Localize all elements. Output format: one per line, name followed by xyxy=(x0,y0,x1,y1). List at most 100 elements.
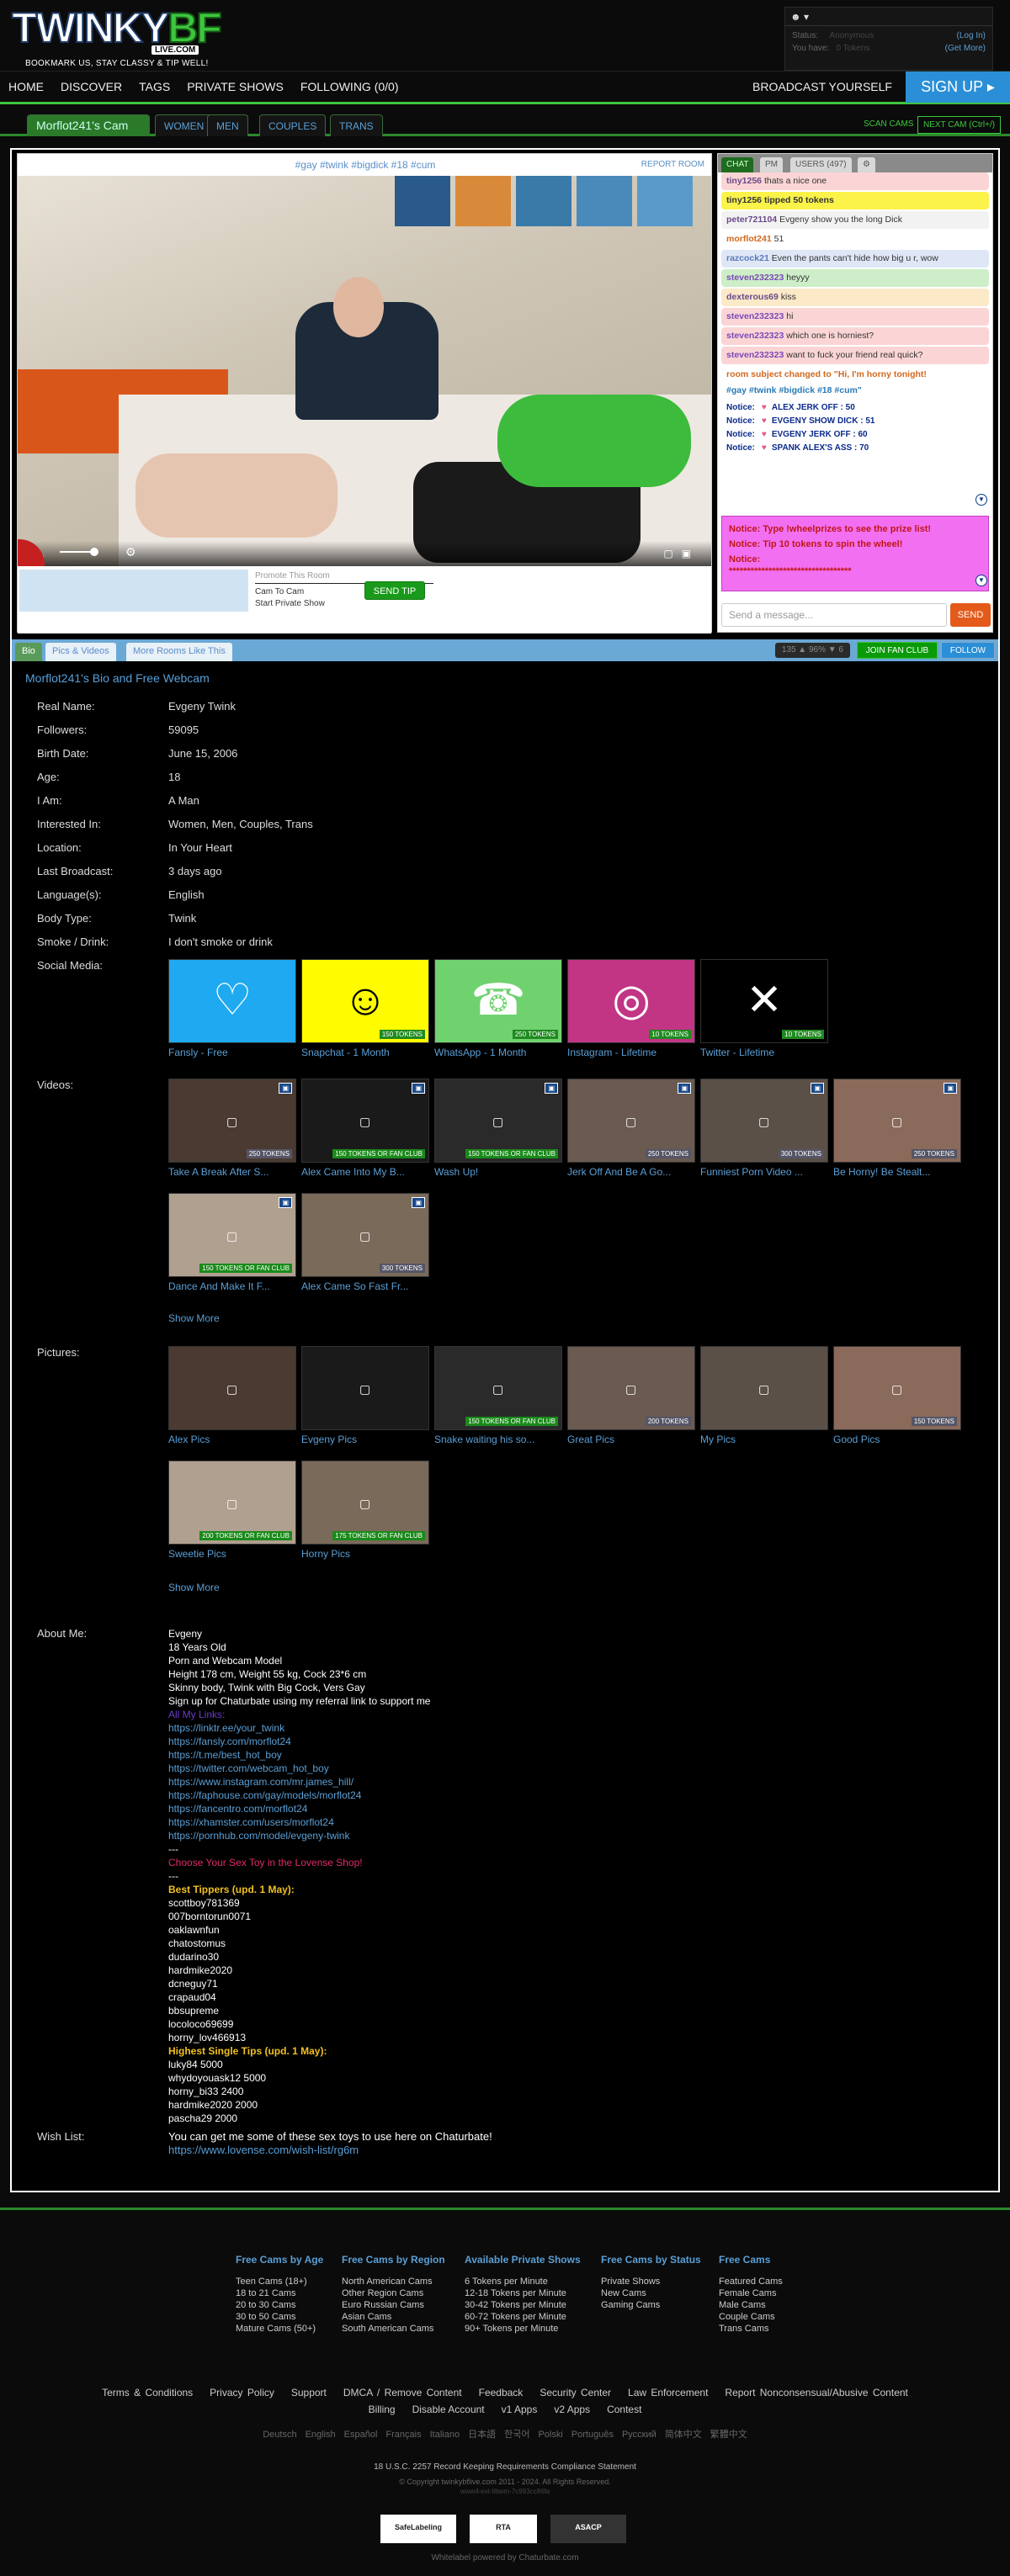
tab-more-rooms[interactable]: More Rooms Like This xyxy=(126,643,232,661)
video-thumbnail[interactable]: ▣ ▢ 150 TOKENS OR FAN CLUB xyxy=(434,1079,562,1163)
language-link[interactable]: Español xyxy=(344,2430,378,2440)
footer-link[interactable]: Couple Cams xyxy=(719,2311,783,2323)
video-thumbnail[interactable]: ▣ ▢ 300 TOKENS xyxy=(301,1193,429,1277)
footer-link[interactable]: Disable Account xyxy=(412,2404,485,2415)
chat-message-input[interactable]: Send a message... xyxy=(721,603,947,627)
footer-link[interactable]: 30-42 Tokens per Minute xyxy=(465,2299,581,2311)
video-player[interactable]: 🔈 ⚙ ▢▣ xyxy=(18,176,711,566)
picture-thumbnail[interactable]: ▢ 200 TOKENS OR FAN CLUB xyxy=(168,1460,296,1545)
social-instagram-tile[interactable]: ◎ 10 TOKENS xyxy=(567,959,695,1043)
volume-knob[interactable] xyxy=(90,548,98,556)
footer-link[interactable]: 60-72 Tokens per Minute xyxy=(465,2311,581,2323)
footer-link[interactable]: Asian Cams xyxy=(342,2311,445,2323)
picture-title[interactable]: Evgeny Pics xyxy=(301,1434,429,1445)
footer-link[interactable]: Support xyxy=(291,2387,327,2398)
about-link[interactable]: https://fansly.com/morflot24 xyxy=(168,1735,842,1748)
scan-cams-link[interactable]: SCAN CAMS xyxy=(858,116,918,132)
footer-link[interactable]: New Cams xyxy=(601,2287,701,2299)
footer-link[interactable]: 12-18 Tokens per Minute xyxy=(465,2287,581,2299)
tab-men[interactable]: MEN xyxy=(207,114,248,136)
chat-username[interactable]: morflot241 xyxy=(726,234,772,244)
footer-link[interactable]: v1 Apps xyxy=(502,2404,538,2415)
gear-icon[interactable]: ⚙ xyxy=(858,157,875,172)
about-link[interactable]: https://www.instagram.com/mr.james_hill/ xyxy=(168,1775,842,1789)
language-link[interactable]: Italiano xyxy=(430,2430,460,2440)
footer-link[interactable]: Featured Cams xyxy=(719,2276,783,2287)
volume-slider[interactable] xyxy=(60,551,93,553)
chat-username[interactable]: tiny1256 xyxy=(726,176,762,186)
tab-trans[interactable]: TRANS xyxy=(330,114,383,136)
compliance-link[interactable]: 18 U.S.C. 2257 Record Keeping Requiremen… xyxy=(0,2462,1010,2472)
tab-women[interactable]: WOMEN xyxy=(155,114,214,136)
report-room-link[interactable]: REPORT ROOM xyxy=(641,160,704,169)
footer-link[interactable]: Mature Cams (50+) xyxy=(236,2323,323,2335)
chat-username[interactable]: dexterous69 xyxy=(726,292,779,302)
social-label[interactable]: Snapchat - 1 Month xyxy=(301,1047,390,1058)
video-title[interactable]: Alex Came So Fast Fr... xyxy=(301,1280,429,1292)
footer-link[interactable]: Law Enforcement xyxy=(628,2387,708,2398)
footer-link[interactable]: Billing xyxy=(369,2404,396,2415)
footer-link[interactable]: Private Shows xyxy=(601,2276,701,2287)
video-thumbnail[interactable]: ▣ ▢ 250 TOKENS xyxy=(567,1079,695,1163)
about-link[interactable]: https://xhamster.com/users/morflot24 xyxy=(168,1815,842,1829)
picture-thumbnail[interactable]: ▢ 200 TOKENS xyxy=(567,1346,695,1430)
video-title[interactable]: Dance And Make It F... xyxy=(168,1280,296,1292)
chat-username[interactable]: peter721104 xyxy=(726,215,777,225)
site-logo[interactable]: TWINKYBF LIVE.COM xyxy=(11,4,223,55)
video-title[interactable]: Take A Break After S... xyxy=(168,1166,296,1178)
tab-bio[interactable]: Bio xyxy=(15,643,42,661)
picture-title[interactable]: Good Pics xyxy=(833,1434,961,1445)
picture-title[interactable]: Sweetie Pics xyxy=(168,1548,296,1560)
video-thumbnail[interactable]: ▣ ▢ 300 TOKENS xyxy=(700,1079,828,1163)
picture-thumbnail[interactable]: ▢ 175 TOKENS OR FAN CLUB xyxy=(301,1460,429,1545)
scroll-down-icon[interactable]: ▼ xyxy=(975,575,987,586)
video-thumbnail[interactable]: ▣ ▢ 250 TOKENS xyxy=(833,1079,961,1163)
nav-following[interactable]: FOLLOWING (0/0) xyxy=(292,80,407,93)
video-title[interactable]: Be Horny! Be Stealt... xyxy=(833,1166,961,1178)
video-title[interactable]: Alex Came Into My B... xyxy=(301,1166,429,1178)
asacp-badge[interactable]: ASACP xyxy=(550,2515,626,2543)
social-label[interactable]: Instagram - Lifetime xyxy=(567,1047,656,1058)
about-link[interactable]: https://fancentro.com/morflot24 xyxy=(168,1802,842,1815)
footer-link[interactable]: Gaming Cams xyxy=(601,2299,701,2311)
join-fan-club-button[interactable]: JOIN FAN CLUB xyxy=(857,642,938,659)
language-link[interactable]: Deutsch xyxy=(263,2430,296,2440)
footer-link[interactable]: 18 to 21 Cams xyxy=(236,2287,323,2299)
video-settings-icon[interactable]: ⚙ xyxy=(125,545,136,559)
footer-link[interactable]: Other Region Cams xyxy=(342,2287,445,2299)
language-link[interactable]: English xyxy=(306,2430,336,2440)
cam-to-cam-link[interactable]: Cam To Cam xyxy=(255,586,325,598)
footer-link[interactable]: South American Cams xyxy=(342,2323,445,2335)
chat-username[interactable]: steven232323 xyxy=(726,311,784,321)
social-label[interactable]: Fansly - Free xyxy=(168,1047,228,1058)
nav-private-shows[interactable]: PRIVATE SHOWS xyxy=(178,80,292,93)
social-x-tile[interactable]: ✕ 10 TOKENS xyxy=(700,959,828,1043)
picture-thumbnail[interactable]: ▢ xyxy=(700,1346,828,1430)
show-more-videos-link[interactable]: Show More xyxy=(168,1312,220,1324)
footer-link[interactable]: 30 to 50 Cams xyxy=(236,2311,323,2323)
social-label[interactable]: WhatsApp - 1 Month xyxy=(434,1047,526,1058)
tab-chat[interactable]: CHAT xyxy=(721,157,754,172)
footer-link[interactable]: v2 Apps xyxy=(554,2404,590,2415)
broadcast-yourself-link[interactable]: BROADCAST YOURSELF xyxy=(752,80,892,93)
picture-title[interactable]: Horny Pics xyxy=(301,1548,429,1560)
social-label[interactable]: Twitter - Lifetime xyxy=(700,1047,774,1058)
chat-username[interactable]: steven232323 xyxy=(726,331,784,341)
language-link[interactable]: Français xyxy=(385,2430,421,2440)
language-link[interactable]: 繁體中文 xyxy=(710,2430,747,2440)
footer-link[interactable]: North American Cams xyxy=(342,2276,445,2287)
wish-list-link[interactable]: https://www.lovense.com/wish-list/rg6m xyxy=(168,2144,842,2157)
next-cam-button[interactable]: NEXT CAM (Ctrl+/) xyxy=(917,116,1002,134)
picture-thumbnail[interactable]: ▢ 150 TOKENS xyxy=(833,1346,961,1430)
about-link[interactable]: https://t.me/best_hot_boy xyxy=(168,1748,842,1762)
tab-users[interactable]: USERS (497) xyxy=(790,157,852,172)
video-title[interactable]: Wash Up! xyxy=(434,1166,562,1178)
footer-link[interactable]: Euro Russian Cams xyxy=(342,2299,445,2311)
start-private-show-link[interactable]: Start Private Show xyxy=(255,598,325,610)
signup-button[interactable]: SIGN UP ▸ xyxy=(906,72,1010,103)
scroll-down-icon[interactable]: ▼ xyxy=(975,494,987,506)
video-title[interactable]: Funniest Porn Video ... xyxy=(700,1166,828,1178)
social-whatsapp-tile[interactable]: ☎ 250 TOKENS xyxy=(434,959,562,1043)
tab-current-cam[interactable]: Morflot241's Cam xyxy=(27,114,150,136)
login-link[interactable]: (Log In) xyxy=(957,31,986,40)
